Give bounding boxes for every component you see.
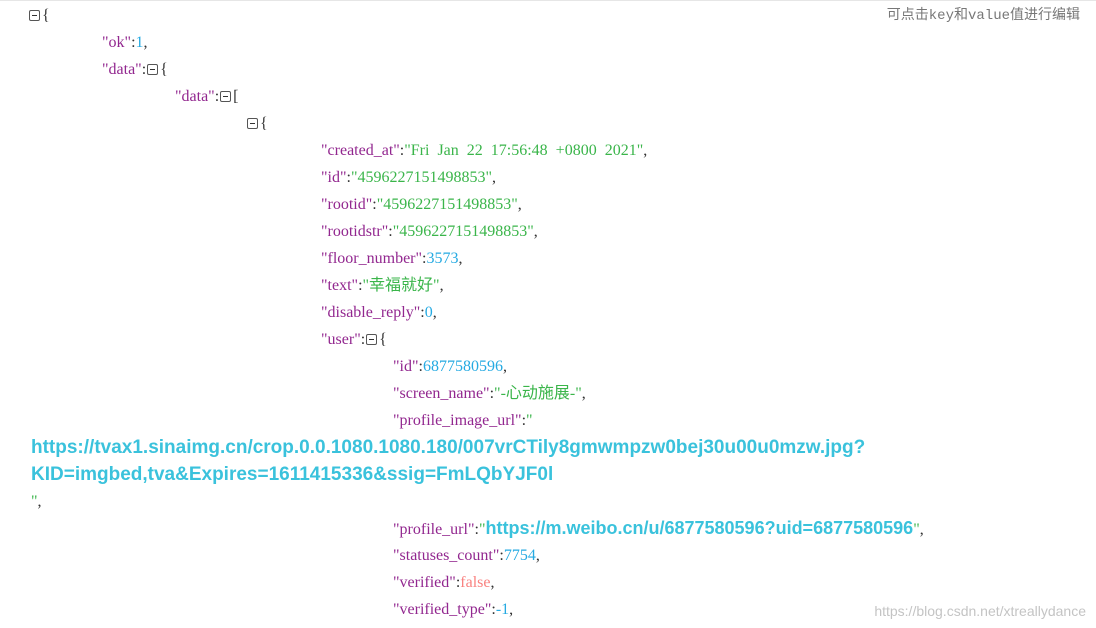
profile-image-url-link-cont[interactable]: KID=imgbed,tva&Expires=1611415336&ssig=F… xyxy=(31,461,553,488)
json-value[interactable]: "Fri Jan 22 17:56:48 +0800 2021" xyxy=(404,142,643,159)
row-verified-type: "verified_type":-1, xyxy=(393,601,514,618)
json-key[interactable]: "floor_number" xyxy=(321,250,422,267)
json-value[interactable]: "4596227151498853" xyxy=(351,169,492,186)
json-value[interactable]: "-心动施展-" xyxy=(494,385,582,402)
json-key[interactable]: "profile_image_url" xyxy=(393,412,522,429)
row-id: "id":"4596227151498853", xyxy=(321,169,497,186)
edit-hint: 可点击key和value值进行编辑 xyxy=(886,8,1080,24)
watermark: https://blog.csdn.net/xtreallydance xyxy=(874,603,1086,619)
row-verified: "verified":false, xyxy=(393,574,495,591)
json-key[interactable]: "id" xyxy=(321,169,347,186)
json-key[interactable]: "data" xyxy=(102,61,142,78)
row-rootidstr: "rootidstr":"4596227151498853", xyxy=(321,223,538,240)
row-screen-name: "screen_name":"-心动施展-", xyxy=(393,385,586,402)
row-rootid: "rootid":"4596227151498853", xyxy=(321,196,522,213)
row-floor-number: "floor_number":3573, xyxy=(321,250,463,267)
json-value[interactable]: 1 xyxy=(136,34,144,51)
json-value[interactable]: 7754 xyxy=(504,547,536,564)
json-key[interactable]: "id" xyxy=(393,358,419,375)
row-profile-image-url-close: ", xyxy=(31,493,42,510)
collapse-toggle-icon[interactable] xyxy=(147,63,159,75)
json-value[interactable]: -1 xyxy=(496,601,509,618)
row-statuses-count: "statuses_count":7754, xyxy=(393,547,540,564)
json-key[interactable]: "verified_type" xyxy=(393,601,491,618)
collapse-toggle-icon[interactable] xyxy=(366,333,378,345)
row-disable-reply: "disable_reply":0, xyxy=(321,304,437,321)
row-data-outer: "data":{ xyxy=(102,61,168,78)
json-key[interactable]: "text" xyxy=(321,277,358,294)
row-created-at: "created_at":"Fri Jan 22 17:56:48 +0800 … xyxy=(321,142,648,159)
json-value[interactable]: "4596227151498853" xyxy=(377,196,518,213)
json-key[interactable]: "profile_url" xyxy=(393,521,474,538)
json-value[interactable]: "幸福就好" xyxy=(363,277,440,294)
json-key[interactable]: "ok" xyxy=(102,34,131,51)
row-profile-url: "profile_url":"https://m.weibo.cn/u/6877… xyxy=(393,518,924,538)
json-value[interactable]: "4596227151498853" xyxy=(393,223,534,240)
json-value-quote: " xyxy=(526,412,533,429)
json-key[interactable]: "statuses_count" xyxy=(393,547,499,564)
collapse-toggle-icon[interactable] xyxy=(247,117,258,129)
json-value[interactable]: 0 xyxy=(425,304,433,321)
json-key[interactable]: "rootid" xyxy=(321,196,372,213)
row-data-inner: "data":[ xyxy=(175,88,239,105)
row-ok: "ok":1, xyxy=(102,34,148,51)
collapse-toggle-icon[interactable] xyxy=(220,90,232,102)
json-key[interactable]: "created_at" xyxy=(321,142,400,159)
json-key[interactable]: "screen_name" xyxy=(393,385,490,402)
json-root-row: { xyxy=(28,2,50,29)
json-key[interactable]: "disable_reply" xyxy=(321,304,420,321)
json-key[interactable]: "verified" xyxy=(393,574,456,591)
profile-url-link[interactable]: https://m.weibo.cn/u/6877580596?uid=6877… xyxy=(485,518,913,538)
json-value[interactable]: 6877580596 xyxy=(423,358,503,375)
json-key[interactable]: "rootidstr" xyxy=(321,223,388,240)
row-user-id: "id":6877580596, xyxy=(393,358,507,375)
row-array-item: { xyxy=(246,110,268,137)
collapse-toggle-icon[interactable] xyxy=(29,9,40,21)
json-value[interactable]: 3573 xyxy=(427,250,459,267)
row-text: "text":"幸福就好", xyxy=(321,277,444,294)
json-key[interactable]: "user" xyxy=(321,331,361,348)
top-divider xyxy=(0,0,1096,1)
row-user: "user":{ xyxy=(321,331,387,348)
json-value[interactable]: false xyxy=(460,574,490,591)
row-profile-image-url: "profile_image_url":" xyxy=(393,412,533,429)
profile-image-url-link[interactable]: https://tvax1.sinaimg.cn/crop.0.0.1080.1… xyxy=(31,434,865,461)
json-key[interactable]: "data" xyxy=(175,88,215,105)
